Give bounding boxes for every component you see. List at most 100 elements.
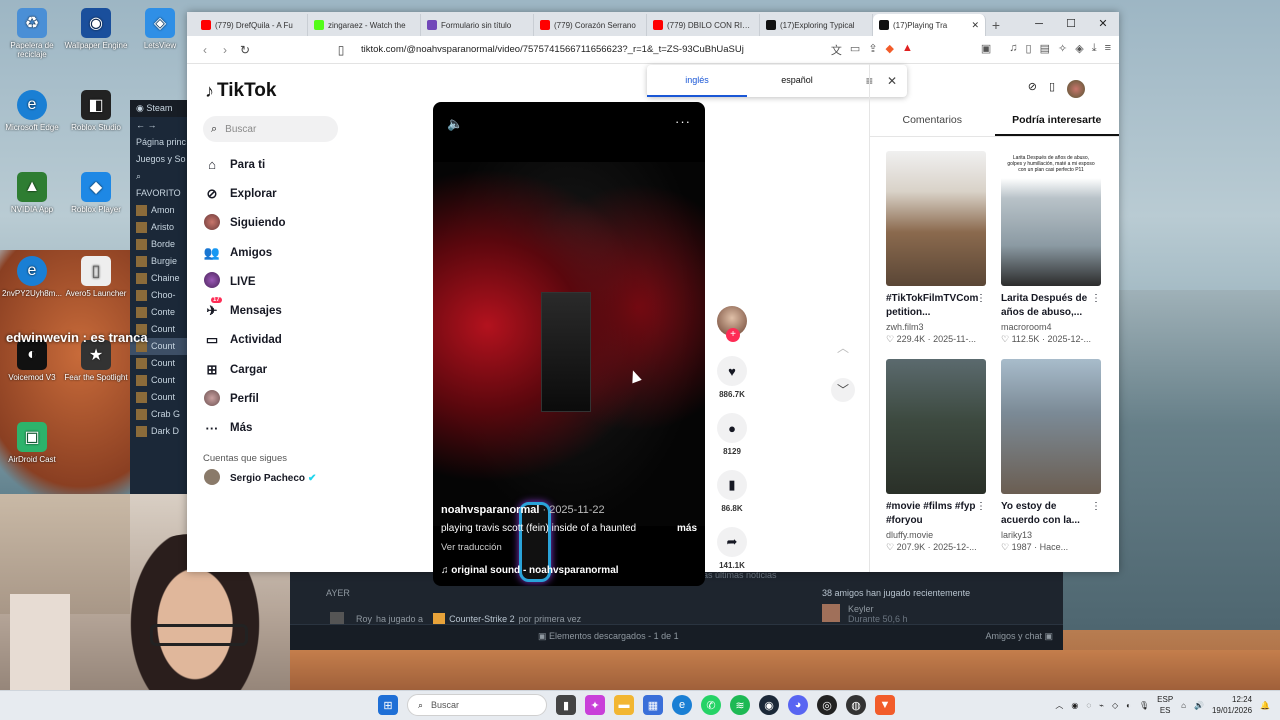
steam-home[interactable]: Página princ <box>130 134 190 151</box>
avatar[interactable] <box>1067 80 1085 98</box>
network-icon[interactable]: ⌂ <box>1181 701 1186 710</box>
card-user[interactable]: dluffy.movie <box>886 530 986 540</box>
close-tab-icon[interactable]: ✕ <box>971 20 979 31</box>
share-icon[interactable]: ⇪ <box>868 42 877 58</box>
nav-actividad[interactable]: ▭ Actividad <box>203 326 361 355</box>
nav-para-ti[interactable]: ⌂ Para ti <box>203 150 361 179</box>
edge-icon[interactable]: e <box>672 695 692 715</box>
video-username[interactable]: noahvsparanormal <box>441 504 539 516</box>
spotify-icon[interactable]: ≋ <box>730 695 750 715</box>
card-more-icon[interactable]: ⋮ <box>1091 292 1101 306</box>
steam-window[interactable]: ◉ Steam ← → Página princ Juegos y So ⌕ F… <box>130 100 190 495</box>
taskbar-search[interactable]: ⌕ Buscar <box>407 694 547 716</box>
steam-game-item[interactable]: Choo- <box>130 287 190 304</box>
desktop-icon-letsview[interactable]: ◈ LetsView <box>125 8 195 50</box>
volume-icon[interactable]: 🔊 <box>1194 701 1204 710</box>
translate-link[interactable]: Ver traducción <box>441 542 697 553</box>
tiktok-logo[interactable]: ♪ TikTok <box>205 80 361 102</box>
follow-plus-icon[interactable]: + <box>726 328 740 342</box>
steam-friends-chat[interactable]: Amigos y chat ▣ <box>985 631 1053 642</box>
card-more-icon[interactable]: ⋮ <box>976 292 986 306</box>
steam-icon[interactable]: ◉ <box>759 695 779 715</box>
recommendation-card[interactable]: #movie #films #fyp #foryou ⋮ dluffy.movie… <box>886 359 986 553</box>
app-icon[interactable]: ◍ <box>846 695 866 715</box>
save-action[interactable]: ▮ 86.8K <box>715 470 749 513</box>
wallet-icon[interactable]: ▤ <box>1040 42 1050 58</box>
file-explorer-icon[interactable]: ▬ <box>614 695 634 715</box>
back-button[interactable]: ‹ <box>195 43 215 57</box>
previous-video-button[interactable]: ︿ <box>831 336 855 360</box>
desktop-icon-recycle-bin[interactable]: ♻ Papelera de reciclaje <box>0 8 67 59</box>
tab-podria-interesarte[interactable]: Podría interesarte <box>994 114 1119 136</box>
desktop-icon-fear-the-spotlight[interactable]: ★ Fear the Spotlight <box>61 340 131 382</box>
forward-button[interactable]: › <box>215 43 235 57</box>
steam-game-item[interactable]: Aristo <box>130 219 190 236</box>
vpn-icon[interactable]: ◈ <box>1075 42 1083 58</box>
desktop-icon-roblox-studio[interactable]: ◧ Roblox Studio <box>61 90 131 132</box>
browser-tab[interactable]: (779) DBILO CON RITM <box>647 14 760 36</box>
creator-avatar[interactable]: + <box>717 306 747 342</box>
desktop-icon-airdroid-cast[interactable]: ▣ AirDroid Cast <box>0 422 67 464</box>
translate-icon[interactable]: 文 <box>831 42 842 58</box>
nav-mensajes[interactable]: ✈ 17 Mensajes <box>203 296 361 325</box>
task-view-icon[interactable]: ▮ <box>556 695 576 715</box>
browser-window[interactable]: (779) DrefQuila - A Fu zingaraez - Watch… <box>187 12 1119 586</box>
maximize-button[interactable]: ☐ <box>1055 12 1087 36</box>
brave-icon[interactable]: ▼ <box>875 695 895 715</box>
browser-tab[interactable]: (779) DrefQuila - A Fu <box>195 14 308 36</box>
steam-game-item[interactable]: Borde <box>130 236 190 253</box>
notification-icon[interactable]: 🔔 <box>1260 701 1270 710</box>
steam-game-item[interactable]: Count <box>130 389 190 406</box>
nav-siguiendo[interactable]: Siguiendo <box>203 209 361 238</box>
reading-icon[interactable]: ▯ <box>1026 42 1032 58</box>
next-video-button[interactable]: ﹀ <box>831 378 855 402</box>
nav-cargar[interactable]: ⊞ Cargar <box>203 355 361 384</box>
card-more-icon[interactable]: ⋮ <box>976 500 986 514</box>
card-user[interactable]: lariky13 <box>1001 530 1101 540</box>
explore-icon[interactable]: ⊘ <box>1028 80 1037 98</box>
steam-game-item[interactable]: Burgie <box>130 253 190 270</box>
tray-app-icon[interactable]: ◇ <box>1112 701 1118 710</box>
tray-app-icon[interactable]: ◐ <box>1126 701 1131 710</box>
nav-perfil[interactable]: Perfil <box>203 384 361 413</box>
desktop-icon-edge-shortcut[interactable]: e 2nvPY2Uyh8m... <box>0 256 67 298</box>
steam-game-item[interactable]: Chaine <box>130 270 190 287</box>
browser-tab-active[interactable]: (17)Playing Tra ✕ <box>873 14 986 36</box>
mute-icon[interactable]: 🔈 <box>447 116 463 132</box>
steam-game-item[interactable]: Dark D <box>130 423 190 440</box>
desktop-icon-voicemod[interactable]: ◐ Voicemod V3 <box>0 340 67 382</box>
search-input[interactable]: ⌕ Buscar <box>203 116 338 142</box>
card-user[interactable]: macroroom4 <box>1001 322 1101 332</box>
steam-games[interactable]: Juegos y So <box>130 151 190 168</box>
translate-from-language[interactable]: inglés <box>647 65 747 97</box>
comment-action[interactable]: ● 8129 <box>715 413 749 456</box>
nav-explorar[interactable]: ⊘ Explorar <box>203 179 361 208</box>
browser-tab[interactable]: (779) Corazón Serrano <box>534 14 647 36</box>
media-icon[interactable]: ♫ <box>1009 42 1017 58</box>
tray-app-icon[interactable]: ◉ <box>1071 701 1078 710</box>
menu-icon[interactable]: ≡ <box>1105 42 1111 58</box>
translate-to-language[interactable]: español <box>747 65 847 97</box>
nav-mas[interactable]: ··· Más <box>203 414 361 443</box>
brave-rewards-icon[interactable]: ▲ <box>902 42 913 58</box>
steam-downloads[interactable]: ▣ Elementos descargados - 1 de 1 <box>538 631 679 642</box>
browser-tab[interactable]: Formulario sin título <box>421 14 534 36</box>
clock[interactable]: 12:24 19/01/2026 <box>1212 694 1252 716</box>
desktop-icon-roblox-player[interactable]: ◆ Roblox Player <box>61 172 131 214</box>
steam-search-icon[interactable]: ⌕ <box>130 168 190 185</box>
browser-tab[interactable]: (17)Exploring Typical <box>760 14 873 36</box>
cast-icon[interactable]: ▭ <box>850 42 860 58</box>
card-user[interactable]: zwh.film3 <box>886 322 986 332</box>
store-icon[interactable]: ▦ <box>643 695 663 715</box>
tray-chevron-icon[interactable]: ︿ <box>1055 700 1063 711</box>
brave-shield-icon[interactable]: ◆ <box>886 42 894 58</box>
language-indicator[interactable]: ESP ES <box>1157 694 1173 716</box>
browser-tab[interactable]: zingaraez - Watch the <box>308 14 421 36</box>
tab-comentarios[interactable]: Comentarios <box>870 114 995 136</box>
close-window-button[interactable]: ✕ <box>1087 12 1119 36</box>
leo-icon[interactable]: ✧ <box>1058 42 1067 58</box>
desktop-icon-wallpaper-engine[interactable]: ◉ Wallpaper Engine <box>61 8 131 50</box>
tray-app-icon[interactable]: ⌁ <box>1099 701 1104 710</box>
start-button[interactable]: ⊞ <box>378 695 398 715</box>
steam-game-item[interactable]: Amon <box>130 202 190 219</box>
